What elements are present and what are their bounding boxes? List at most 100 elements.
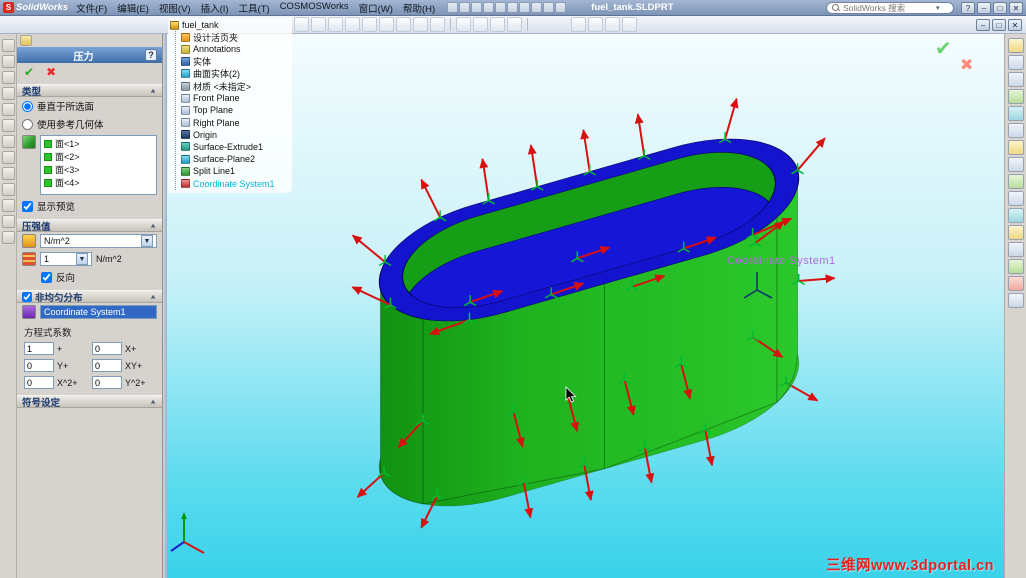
view-orientation-icon[interactable] [473,17,488,32]
menu-view[interactable]: 视图(V) [154,1,196,15]
zoom-area-icon[interactable] [311,17,326,32]
nonuniform-checkbox[interactable] [22,291,32,302]
new-icon[interactable] [447,2,459,13]
zoom-inout-icon[interactable] [328,17,343,32]
section-pressure-value[interactable]: 压强值 ▲ [17,219,162,233]
radio-reference[interactable] [22,118,33,130]
show-preview-checkbox[interactable] [22,200,33,212]
side-toolbar-icon[interactable] [1007,225,1024,240]
tree-item[interactable]: Right Plane [181,117,290,129]
selected-faces-list[interactable]: 面<1> 面<2> 面<3> 面<4> [40,135,157,195]
face-list-item[interactable]: 面<2> [42,150,155,163]
side-toolbar-icon[interactable] [1007,55,1024,70]
section-view-icon[interactable] [456,17,471,32]
left-toolbar-icon[interactable] [1,119,15,132]
pan-icon[interactable] [362,17,377,32]
graphics-viewport[interactable] [167,34,1004,578]
pm-help-button[interactable]: ? [145,49,157,61]
left-toolbar-icon[interactable] [1,39,15,52]
toolbar-icon[interactable] [622,17,637,32]
help-button[interactable]: ? [961,1,975,14]
unit-system-select[interactable]: N/m^2 ▼ [40,234,157,248]
tree-item-root[interactable]: fuel_tank [170,19,290,31]
undo-icon[interactable] [495,2,507,13]
side-toolbar-icon[interactable] [1007,89,1024,104]
wireframe-icon[interactable] [396,17,411,32]
chevron-down-icon[interactable]: ▼ [76,253,88,265]
menu-edit[interactable]: 编辑(E) [112,1,154,15]
coeff-input[interactable] [92,359,122,372]
toolbar-icon[interactable] [555,2,567,13]
menu-cosmosworks[interactable]: COSMOSWorks [275,1,354,15]
left-toolbar-icon[interactable] [1,215,15,228]
chevron-down-icon[interactable]: ▾ [936,4,940,12]
rotate-view-icon[interactable] [345,17,360,32]
left-toolbar-icon[interactable] [1,199,15,212]
tree-item[interactable]: Surface-Plane2 [181,153,290,165]
reverse-checkbox[interactable] [41,271,52,283]
tree-item[interactable]: Origin [181,129,290,141]
side-toolbar-icon[interactable] [1007,72,1024,87]
side-toolbar-icon[interactable] [1007,208,1024,223]
print-icon[interactable] [483,2,495,13]
face-list-item[interactable]: 面<3> [42,163,155,176]
left-toolbar-icon[interactable] [1,103,15,116]
zoom-fit-icon[interactable] [294,17,309,32]
coeff-input[interactable] [24,376,54,389]
menu-insert[interactable]: 插入(I) [196,1,234,15]
options-icon[interactable] [531,2,543,13]
standard-views-icon[interactable] [379,17,394,32]
side-toolbar-icon[interactable] [1007,276,1024,291]
save-icon[interactable] [471,2,483,13]
tree-item[interactable]: Front Plane [181,92,290,104]
side-toolbar-icon[interactable] [1007,38,1024,53]
side-toolbar-icon[interactable] [1007,259,1024,274]
tree-item[interactable]: 设计活页夹 [181,31,290,43]
toolbar-icon[interactable] [571,17,586,32]
search-input[interactable] [843,2,933,13]
hidden-lines-icon[interactable] [413,17,428,32]
pressure-value-combo[interactable]: 1 ▼ [40,252,92,266]
graphics-area[interactable]: ✔ ✖ Coordinate System1 三维网www.3dportal.c… [167,34,1004,578]
tree-item[interactable]: 曲面实体(2) [181,68,290,80]
side-toolbar-icon[interactable] [1007,293,1024,308]
side-toolbar-icon[interactable] [1007,140,1024,155]
minimize-button[interactable]: – [977,1,991,14]
doc-minimize-button[interactable]: – [976,18,990,31]
menu-window[interactable]: 窗口(W) [354,1,398,15]
side-toolbar-icon[interactable] [1007,123,1024,138]
tree-item[interactable]: Surface-Extrude1 [181,141,290,153]
tree-item-coordinate-system[interactable]: Coordinate System1 [181,177,290,189]
tree-item[interactable]: 实体 [181,56,290,68]
doc-close-button[interactable]: ✕ [1008,18,1022,31]
section-type[interactable]: 类型 ▲ [17,84,162,98]
pm-cancel-button[interactable]: ✖ [46,66,56,78]
open-icon[interactable] [459,2,471,13]
side-toolbar-icon[interactable] [1007,191,1024,206]
pm-ok-button[interactable]: ✔ [24,66,34,78]
radio-normal[interactable] [22,100,33,112]
left-toolbar-icon[interactable] [1,183,15,196]
confirm-cancel-icon[interactable]: ✖ [960,55,973,75]
side-toolbar-icon[interactable] [1007,157,1024,172]
tree-item[interactable]: Top Plane [181,104,290,116]
menu-file[interactable]: 文件(F) [71,1,112,15]
chevron-down-icon[interactable]: ▼ [141,235,153,247]
menu-help[interactable]: 帮助(H) [398,1,440,15]
redo-icon[interactable] [507,2,519,13]
coeff-input[interactable] [92,376,122,389]
section-symbol[interactable]: 符号设定 ▲ [17,395,162,409]
left-toolbar-icon[interactable] [1,55,15,68]
side-toolbar-icon[interactable] [1007,174,1024,189]
confirm-ok-icon[interactable]: ✔ [935,36,952,61]
shaded-icon[interactable] [430,17,445,32]
toolbar-icon[interactable] [543,2,555,13]
coordinate-system-field[interactable]: Coordinate System1 [40,305,157,319]
tree-item[interactable]: Annotations [181,43,290,55]
left-toolbar-icon[interactable] [1,87,15,100]
left-toolbar-icon[interactable] [1,231,15,244]
maximize-button[interactable]: □ [993,1,1007,14]
coeff-input[interactable] [24,359,54,372]
pm-edit-icon[interactable] [20,35,32,46]
perspective-icon[interactable] [490,17,505,32]
